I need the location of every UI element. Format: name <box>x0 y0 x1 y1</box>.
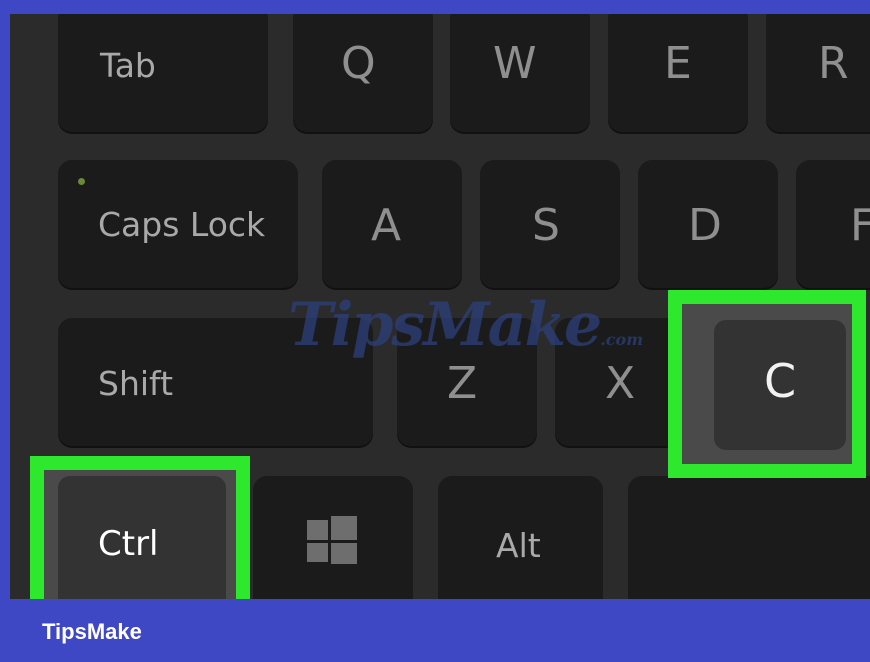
key-tab-label: Tab <box>100 46 156 85</box>
key-s-label: S <box>532 200 560 251</box>
footer-brand: TipsMake <box>42 619 142 644</box>
key-a-label: A <box>371 200 402 251</box>
key-f-label: F <box>850 200 870 251</box>
windows-logo-icon <box>307 516 357 564</box>
key-s[interactable]: S <box>480 160 620 290</box>
key-alt-label: Alt <box>496 526 541 565</box>
key-x-label: X <box>605 358 636 409</box>
key-d-label: D <box>688 200 722 251</box>
key-q[interactable]: Q <box>293 14 433 134</box>
watermark-suffix: .com <box>600 330 644 349</box>
footer-bar: TipsMake <box>0 599 870 662</box>
key-z-label: Z <box>447 358 478 409</box>
key-caps-lock-label: Caps Lock <box>98 205 266 244</box>
image-frame: Tab Q W E R Caps Lock A S D F Shift Z X … <box>0 0 870 662</box>
key-alt[interactable]: Alt <box>438 476 603 599</box>
watermark: TipsMake.com <box>288 290 643 360</box>
key-space[interactable] <box>628 476 870 599</box>
key-a[interactable]: A <box>322 160 462 290</box>
key-f[interactable]: F <box>796 160 870 290</box>
key-c-highlight-box <box>668 290 866 478</box>
key-w[interactable]: W <box>450 14 590 134</box>
keyboard: Tab Q W E R Caps Lock A S D F Shift Z X … <box>10 14 870 599</box>
key-q-label: Q <box>341 38 376 89</box>
key-r-label: R <box>818 38 849 89</box>
key-w-label: W <box>493 38 537 89</box>
caps-lock-indicator-light <box>78 178 85 185</box>
key-r[interactable]: R <box>766 14 870 134</box>
key-caps-lock[interactable]: Caps Lock <box>58 160 298 290</box>
key-ctrl-highlight-box <box>30 456 250 599</box>
key-e-label: E <box>664 38 692 89</box>
key-shift-label: Shift <box>98 364 174 403</box>
key-d[interactable]: D <box>638 160 778 290</box>
watermark-text: TipsMake <box>288 290 602 360</box>
key-tab[interactable]: Tab <box>58 14 268 134</box>
key-e[interactable]: E <box>608 14 748 134</box>
